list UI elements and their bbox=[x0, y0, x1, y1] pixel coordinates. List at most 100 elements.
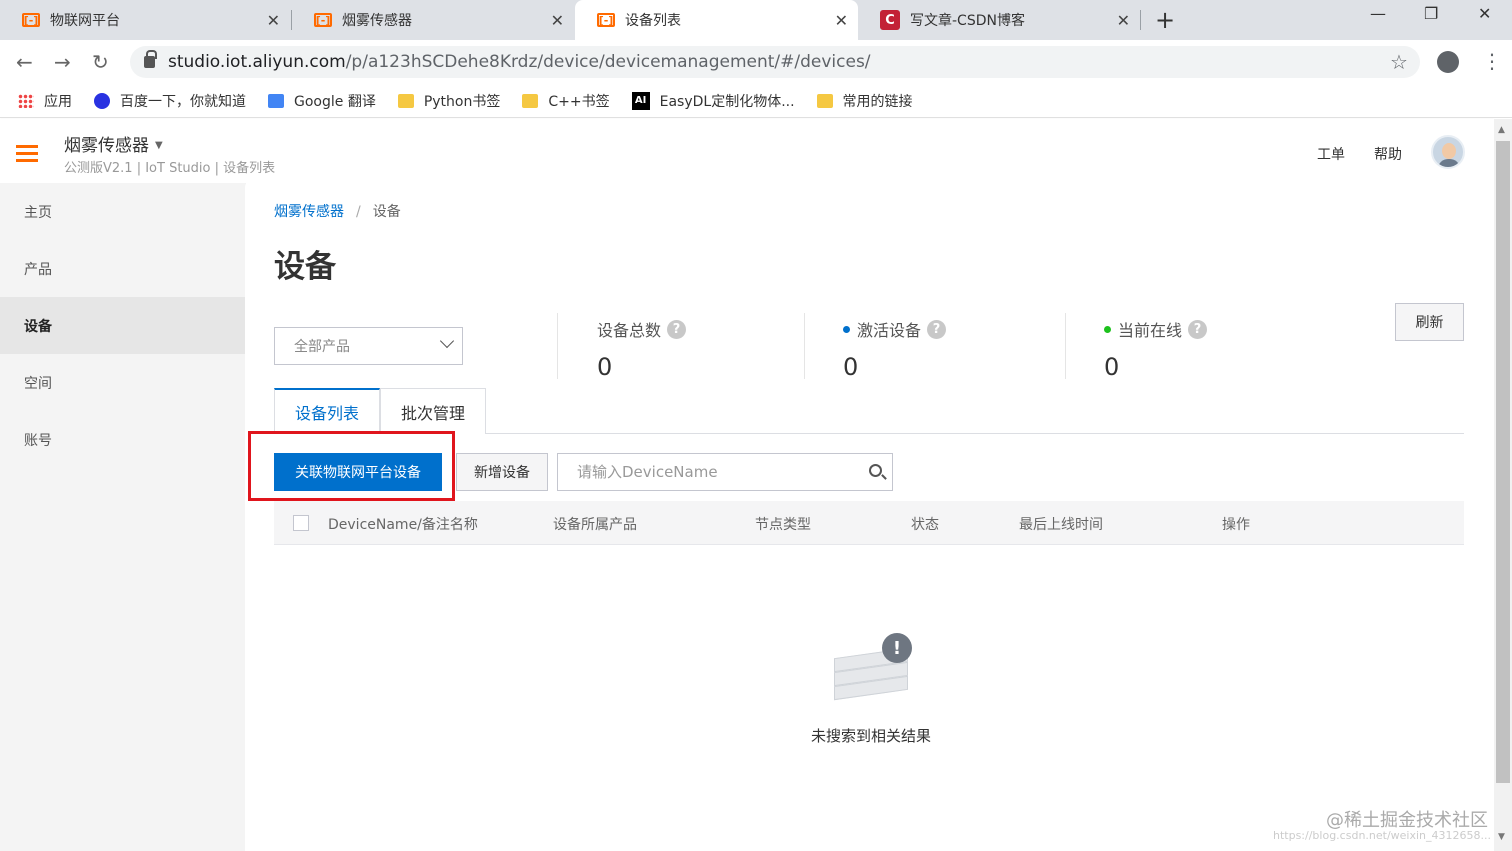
project-switcher[interactable]: 烟雾传感器 ▼ bbox=[64, 131, 163, 156]
restore-icon[interactable]: ❐ bbox=[1424, 4, 1438, 23]
aliyun-icon: [-] bbox=[597, 13, 615, 27]
stat-activated-devices: 激活设备? 0 bbox=[843, 317, 947, 381]
alert-icon: ! bbox=[882, 633, 912, 663]
browser-tab[interactable]: [-] 物联网平台 ✕ bbox=[0, 0, 290, 40]
bookmark-item[interactable]: 常用的链接 bbox=[816, 91, 913, 111]
sidebar-item-home[interactable]: 主页 bbox=[0, 183, 245, 240]
column-header: 设备所属产品 bbox=[553, 517, 637, 533]
bookmark-label: 百度一下，你就知道 bbox=[120, 93, 246, 110]
stat-label-text: 设备总数 bbox=[597, 321, 662, 340]
back-icon[interactable]: ← bbox=[16, 50, 33, 74]
reload-icon[interactable]: ↻ bbox=[92, 50, 109, 74]
help-icon[interactable]: ? bbox=[667, 319, 687, 339]
new-tab-button[interactable]: + bbox=[1155, 6, 1175, 34]
bookmark-item[interactable]: Python书签 bbox=[397, 91, 500, 111]
bookmark-label: 应用 bbox=[44, 93, 72, 110]
column-header: 节点类型 bbox=[755, 517, 811, 533]
table-header: DeviceName/备注名称 设备所属产品 节点类型 状态 最后上线时间 操作 bbox=[274, 501, 1464, 545]
add-device-button[interactable]: 新增设备 bbox=[456, 453, 548, 491]
baidu-icon bbox=[94, 92, 110, 109]
stat-value: 0 bbox=[597, 353, 613, 381]
scrollbar[interactable]: ▲ ▼ bbox=[1494, 119, 1512, 851]
page-title: 设备 bbox=[274, 249, 336, 285]
search-icon[interactable] bbox=[869, 464, 882, 477]
stat-value: 0 bbox=[843, 353, 859, 381]
link-iot-device-button[interactable]: 关联物联网平台设备 bbox=[274, 453, 442, 491]
browser-tab[interactable]: C 写文章-CSDN博客 ✕ bbox=[858, 0, 1140, 40]
sidebar-item-products[interactable]: 产品 bbox=[0, 240, 245, 297]
help-icon[interactable]: ? bbox=[927, 319, 947, 339]
refresh-button[interactable]: 刷新 bbox=[1395, 303, 1464, 341]
close-icon[interactable]: ✕ bbox=[1117, 11, 1130, 30]
caret-down-icon: ▼ bbox=[155, 140, 163, 151]
browser-tab-active[interactable]: [-] 设备列表 ✕ bbox=[575, 0, 858, 40]
close-icon[interactable]: ✕ bbox=[835, 11, 848, 30]
project-name: 烟雾传感器 bbox=[64, 136, 149, 156]
forward-icon[interactable]: → bbox=[54, 50, 71, 74]
status-dot-icon bbox=[1104, 325, 1111, 333]
google-translate-icon bbox=[268, 93, 284, 108]
hamburger-menu-icon[interactable] bbox=[16, 145, 38, 162]
folder-icon bbox=[816, 93, 833, 108]
bookmark-item[interactable]: Google 翻译 bbox=[268, 91, 376, 111]
csdn-icon: C bbox=[880, 10, 900, 30]
empty-box-icon: ! bbox=[826, 633, 916, 713]
bookmark-item[interactable]: 应用 bbox=[18, 91, 72, 111]
avatar[interactable] bbox=[1431, 135, 1465, 169]
help-icon[interactable]: ? bbox=[1188, 319, 1208, 339]
stat-divider bbox=[557, 313, 558, 379]
scroll-down-icon[interactable]: ▼ bbox=[1498, 832, 1505, 842]
breadcrumb-link[interactable]: 烟雾传感器 bbox=[274, 204, 344, 220]
bookmark-item[interactable]: 百度一下，你就知道 bbox=[94, 91, 246, 111]
column-header: 最后上线时间 bbox=[1019, 517, 1103, 533]
tab-batch-management[interactable]: 批次管理 bbox=[380, 388, 486, 434]
menu-icon[interactable]: ⋮ bbox=[1482, 49, 1502, 73]
window-close-icon[interactable]: ✕ bbox=[1478, 4, 1491, 23]
page-tabs: 设备列表 批次管理 bbox=[274, 388, 1464, 434]
minimize-icon[interactable]: — bbox=[1370, 4, 1386, 23]
sidebar-item-devices[interactable]: 设备 bbox=[0, 297, 245, 354]
ticket-link[interactable]: 工单 bbox=[1317, 144, 1345, 164]
browser-tab[interactable]: [-] 烟雾传感器 ✕ bbox=[292, 0, 574, 40]
apps-icon bbox=[18, 93, 34, 108]
close-icon[interactable]: ✕ bbox=[267, 11, 280, 30]
stat-label: 设备总数? bbox=[597, 317, 687, 341]
product-select[interactable]: 全部产品 bbox=[274, 327, 463, 365]
breadcrumb: 烟雾传感器 / 设备 bbox=[274, 201, 401, 221]
folder-icon bbox=[522, 93, 539, 108]
tab-title: 烟雾传感器 bbox=[342, 13, 412, 29]
scroll-up-icon[interactable]: ▲ bbox=[1498, 125, 1505, 135]
address-bar[interactable]: studio.iot.aliyun.com/p/a123hSCDehe8Krdz… bbox=[130, 46, 1420, 78]
bookmark-item[interactable]: C++书签 bbox=[522, 91, 610, 111]
sidebar: 主页 产品 设备 空间 账号 bbox=[0, 183, 245, 851]
sidebar-item-space[interactable]: 空间 bbox=[0, 354, 245, 411]
bookmark-item[interactable]: AI EasyDL定制化物体... bbox=[631, 91, 795, 111]
status-dot-icon bbox=[843, 325, 850, 333]
project-subtitle: 公测版V2.1 | IoT Studio | 设备列表 bbox=[64, 161, 276, 176]
stat-label: 激活设备? bbox=[843, 317, 947, 341]
tab-title: 设备列表 bbox=[625, 13, 681, 29]
stat-divider bbox=[1065, 313, 1066, 379]
empty-state-text: 未搜索到相关结果 bbox=[810, 727, 931, 745]
tab-device-list[interactable]: 设备列表 bbox=[274, 388, 380, 434]
close-icon[interactable]: ✕ bbox=[551, 11, 564, 30]
sidebar-item-account[interactable]: 账号 bbox=[0, 411, 245, 468]
profile-icon[interactable] bbox=[1437, 51, 1459, 73]
bookmark-star-icon[interactable]: ☆ bbox=[1390, 50, 1408, 74]
product-select-value: 全部产品 bbox=[294, 339, 350, 355]
tab-divider bbox=[1140, 10, 1141, 30]
scrollbar-thumb[interactable] bbox=[1496, 141, 1510, 783]
search-input[interactable] bbox=[558, 454, 848, 490]
main-content: 烟雾传感器 / 设备 设备 全部产品 设备总数? 0 激活设备? 0 当前在线? 0… bbox=[246, 183, 1494, 851]
chevron-down-icon bbox=[439, 333, 455, 349]
bookmark-label: C++书签 bbox=[548, 93, 610, 110]
tab-title: 写文章-CSDN博客 bbox=[910, 13, 1025, 29]
stat-online-devices: 当前在线? 0 bbox=[1104, 317, 1208, 381]
tab-title: 物联网平台 bbox=[50, 13, 120, 29]
select-all-checkbox[interactable] bbox=[293, 515, 309, 531]
lock-icon bbox=[144, 50, 157, 68]
bookmark-label: EasyDL定制化物体... bbox=[659, 93, 795, 110]
help-link[interactable]: 帮助 bbox=[1374, 144, 1402, 164]
stat-label: 当前在线? bbox=[1104, 317, 1208, 341]
empty-state: ! 未搜索到相关结果 bbox=[806, 633, 936, 746]
